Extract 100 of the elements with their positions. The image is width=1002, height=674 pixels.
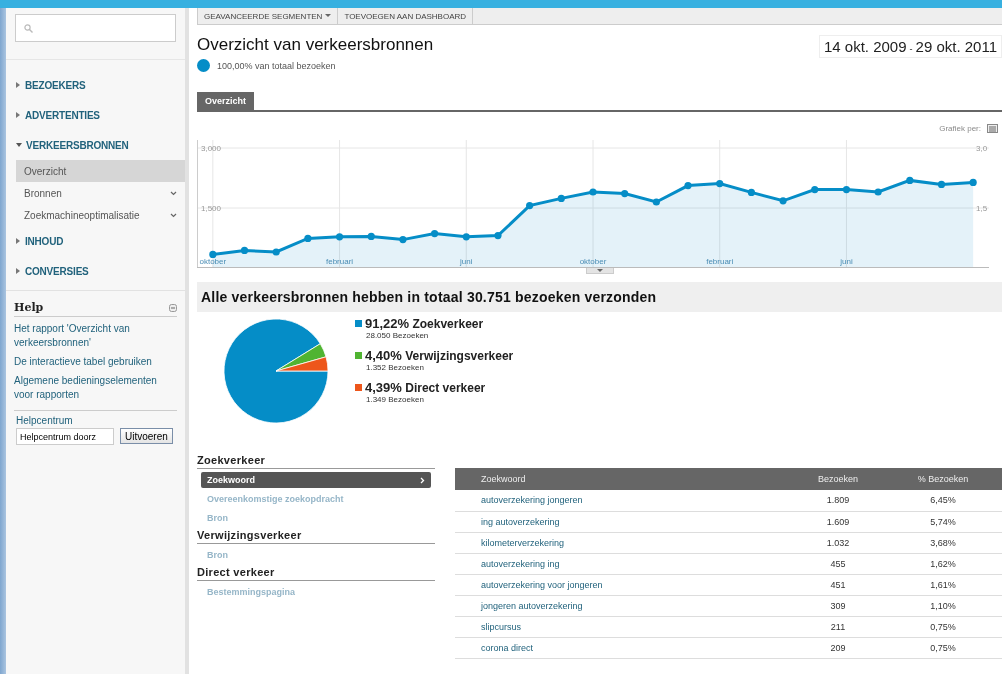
- nav-section[interactable]: ADVERTENTIES: [16, 100, 185, 130]
- axis-label: 1,5: [976, 204, 988, 213]
- caret-right-icon: [16, 82, 21, 88]
- expand-handle[interactable]: [585, 268, 614, 274]
- table-cell: 1.609: [792, 511, 886, 532]
- axis-label: oktober: [199, 257, 227, 266]
- axis-label: 3,000: [201, 144, 222, 153]
- graph-by-label: Grafiek per:: [939, 123, 981, 133]
- table-cell: 6,45%: [885, 490, 1002, 511]
- subtitle: 100,00% van totaal bezoeken: [217, 60, 336, 71]
- caret-down-icon: [325, 14, 332, 18]
- point: [589, 188, 597, 196]
- axis-label: juni: [840, 257, 853, 266]
- keyword-link[interactable]: corona direct: [455, 637, 792, 658]
- section-heading: Zoekverkeer: [197, 454, 435, 469]
- column-header[interactable]: Bezoeken: [792, 468, 886, 490]
- submit-button[interactable]: Uitvoeren: [120, 428, 173, 444]
- keyword-link[interactable]: autoverzekering voor jongeren: [455, 574, 792, 595]
- summary-heading: Alle verkeersbronnen hebben in totaal 30.751 bezoeken verzonden: [197, 282, 1002, 312]
- keyword-link[interactable]: kilometerverzekering: [455, 532, 792, 553]
- help-link[interactable]: Algemene bedieningselementen voor rapporten: [14, 374, 177, 402]
- point: [874, 188, 882, 196]
- help-title: Help: [14, 301, 44, 314]
- point: [684, 182, 692, 190]
- point: [842, 186, 851, 194]
- caret-down-icon: [16, 142, 22, 148]
- search-field[interactable]: [15, 14, 176, 42]
- subnav-link[interactable]: Zoekwoord: [201, 472, 431, 488]
- point: [621, 190, 629, 198]
- point: [304, 234, 312, 242]
- point: [367, 232, 375, 240]
- nav-item[interactable]: Overzicht: [16, 160, 185, 182]
- table-cell: 455: [792, 553, 886, 574]
- axis-label: februari: [326, 257, 354, 266]
- point: [399, 236, 407, 244]
- section-heading: Direct verkeer: [197, 566, 435, 581]
- axis-label: 1,500: [201, 204, 222, 213]
- keyword-link[interactable]: jongeren autoverzekering: [455, 595, 792, 616]
- point: [431, 230, 439, 238]
- keyword-link[interactable]: autoverzekering ing: [455, 553, 792, 574]
- toolbar-button[interactable]: GEAVANCEERDE SEGMENTEN: [198, 8, 339, 24]
- keyword-link[interactable]: ing autoverzekering: [455, 511, 792, 532]
- table-cell: 451: [792, 574, 886, 595]
- toolbar-button[interactable]: TOEVOEGEN AAN DASHBOARD: [338, 8, 474, 24]
- help-link[interactable]: Het rapport 'Overzicht van verkeersbronnen': [14, 322, 177, 350]
- table-cell: 1,62%: [885, 553, 1002, 574]
- column-header[interactable]: Zoekwoord: [455, 468, 792, 490]
- chevron-down-icon: [170, 190, 177, 196]
- point: [557, 194, 565, 202]
- table-cell: 1.032: [792, 532, 886, 553]
- legend-label: 91,22% Zoekverkeer: [365, 316, 484, 331]
- point: [937, 180, 946, 188]
- point: [652, 198, 660, 206]
- keyword-link[interactable]: slipcursus: [455, 616, 792, 637]
- table-cell: 209: [792, 637, 886, 658]
- legend-visits: 28.050 Bezoeken: [366, 331, 430, 340]
- list-icon[interactable]: [987, 123, 998, 133]
- point: [209, 250, 217, 258]
- nav-section[interactable]: BEZOEKERS: [16, 70, 185, 100]
- help-center-label: Helpcentrum: [16, 415, 74, 426]
- axis-label: 3,0: [976, 144, 988, 153]
- nav-item[interactable]: Bronnen: [16, 182, 185, 204]
- point: [272, 248, 280, 256]
- point: [747, 188, 755, 196]
- axis-label: juni: [460, 257, 473, 266]
- keyword-link[interactable]: autoverzekering jongeren: [455, 490, 792, 511]
- legend-visits: 1.352 Bezoeken: [366, 363, 425, 372]
- page-title: Overzicht van verkeersbronnen: [197, 35, 434, 55]
- axis-label: februari: [706, 257, 734, 266]
- table-cell: 5,74%: [885, 511, 1002, 532]
- help-search-field[interactable]: Helpcentrum doorz: [16, 428, 114, 445]
- point: [779, 197, 787, 205]
- tab[interactable]: Overzicht: [197, 92, 254, 110]
- legend-label: 4,39% Direct verkeer: [365, 380, 486, 395]
- nav-section[interactable]: CONVERSIES: [16, 256, 185, 286]
- column-header[interactable]: % Bezoeken: [885, 468, 1002, 490]
- segment-dot: [197, 59, 210, 72]
- nav-item[interactable]: Zoekmachineoptimalisatie: [16, 204, 185, 226]
- table-cell: 1.809: [792, 490, 886, 511]
- caret-right-icon: [16, 112, 21, 118]
- table-cell: 1,61%: [885, 574, 1002, 595]
- table-cell: 211: [792, 616, 886, 637]
- point: [969, 178, 977, 186]
- collapse-icon[interactable]: [169, 303, 177, 312]
- help-link[interactable]: De interactieve tabel gebruiken: [14, 355, 177, 369]
- point: [526, 202, 534, 210]
- nav-section[interactable]: INHOUD: [16, 226, 185, 256]
- caret-right-icon: [16, 268, 21, 274]
- section-heading: Verwijzingsverkeer: [197, 529, 435, 544]
- point: [716, 180, 724, 188]
- point: [906, 176, 914, 184]
- caret-right-icon: [16, 238, 21, 244]
- chevron-right-icon: [420, 476, 425, 484]
- table-cell: 0,75%: [885, 637, 1002, 658]
- point: [240, 246, 249, 254]
- table-cell: 3,68%: [885, 532, 1002, 553]
- axis-label: oktober: [579, 257, 607, 266]
- nav-section[interactable]: VERKEERSBRONNEN: [16, 130, 185, 160]
- legend-label: 4,40% Verwijzingsverkeer: [365, 348, 514, 363]
- date-range[interactable]: 14 okt. 2009 - 29 okt. 2011: [818, 35, 1002, 58]
